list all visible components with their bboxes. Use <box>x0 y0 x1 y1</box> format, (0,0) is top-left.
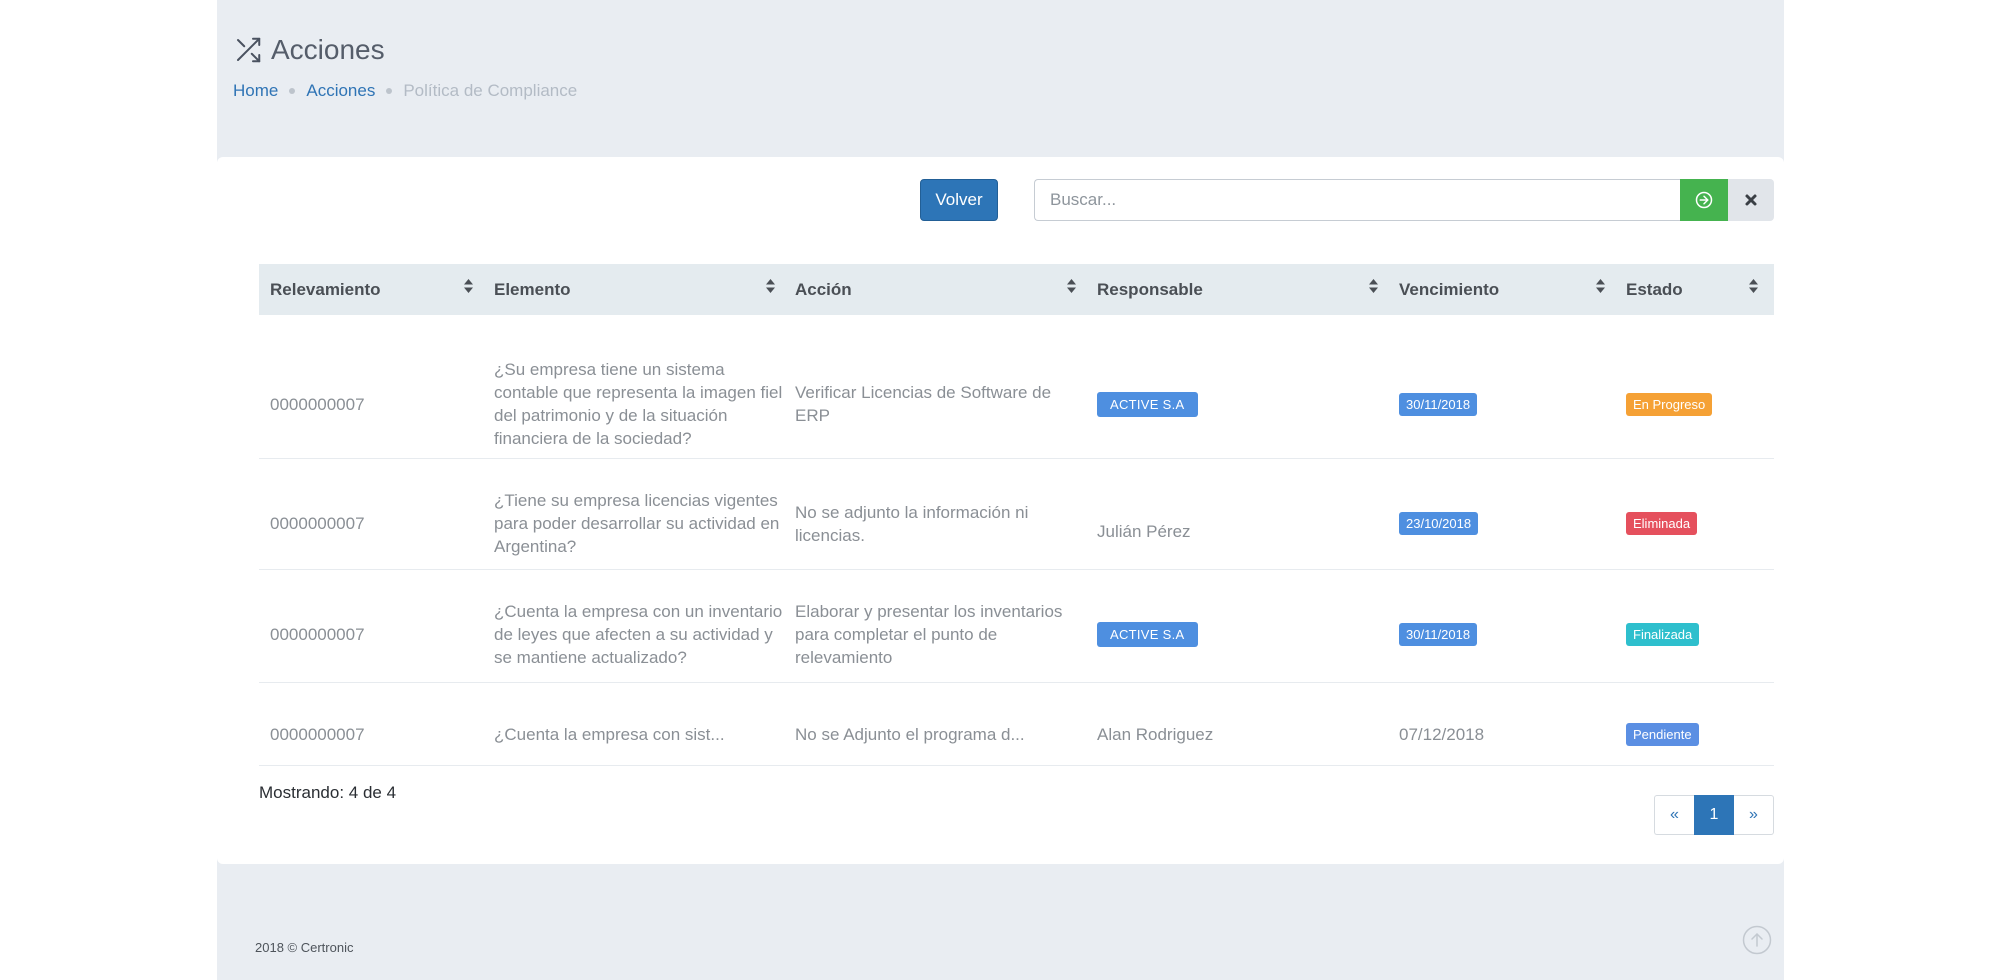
cell-estado: Finalizada <box>1626 587 1766 682</box>
breadcrumb-home[interactable]: Home <box>233 81 278 101</box>
cell-estado: En Progreso <box>1626 350 1766 458</box>
sort-icon[interactable] <box>1595 278 1606 294</box>
search-input[interactable] <box>1034 179 1680 221</box>
cell-elemento: ¿Cuenta la empresa con un inventario de … <box>494 602 783 667</box>
cell-responsable: Alan Rodriguez <box>1097 724 1214 744</box>
sort-icon[interactable] <box>765 278 776 294</box>
pagination: « 1 » <box>1654 795 1774 835</box>
cell-elemento: ¿Cuenta la empresa con sist... <box>494 724 725 744</box>
page-title: Acciones <box>271 34 385 65</box>
sort-icon[interactable] <box>1066 278 1077 294</box>
sort-icon[interactable] <box>463 278 474 294</box>
cell-estado: Eliminada <box>1626 478 1766 569</box>
status-badge: Eliminada <box>1626 512 1698 535</box>
date-badge: 23/10/2018 <box>1399 512 1479 535</box>
breadcrumb: Home Acciones Política de Compliance <box>233 79 577 103</box>
breadcrumb-acciones[interactable]: Acciones <box>306 81 375 101</box>
cell-vencimiento: 30/11/2018 <box>1399 350 1599 458</box>
column-header-elemento[interactable]: Elemento <box>494 264 571 315</box>
table-header: Relevamiento Elemento Acción Responsable… <box>259 264 1774 315</box>
search-submit-button[interactable] <box>1680 179 1728 221</box>
cell-elemento: ¿Su empresa tiene un sistema contable qu… <box>494 360 783 448</box>
cell-relevamiento: 0000000007 <box>270 625 365 644</box>
cell-responsable: Julián Pérez <box>1097 522 1191 541</box>
close-icon <box>1745 194 1757 206</box>
column-header-accion[interactable]: Acción <box>795 264 852 315</box>
column-header-vencimiento[interactable]: Vencimiento <box>1399 264 1499 315</box>
date-badge: 30/11/2018 <box>1399 392 1478 416</box>
column-header-relevamiento[interactable]: Relevamiento <box>270 264 381 315</box>
page-header: Acciones <box>233 32 385 68</box>
cell-accion: Elaborar y presentar los inventarios par… <box>795 602 1063 667</box>
cell-vencimiento: 23/10/2018 <box>1399 478 1599 569</box>
responsable-badge: ACTIVE S.A <box>1097 391 1198 417</box>
pagination-next[interactable]: » <box>1734 795 1774 835</box>
column-header-estado[interactable]: Estado <box>1626 264 1683 315</box>
shuffle-icon <box>237 37 261 63</box>
cell-relevamiento: 0000000007 <box>270 394 365 414</box>
cell-vencimiento: 07/12/2018 <box>1399 724 1485 744</box>
cell-relevamiento: 0000000007 <box>270 724 365 744</box>
date-badge: 30/11/2018 <box>1399 623 1478 646</box>
cell-relevamiento: 0000000007 <box>270 514 365 533</box>
search-clear-button[interactable] <box>1728 179 1774 221</box>
actions-card: Volver Relevamiento Elemento Acción Resp… <box>217 157 1784 864</box>
breadcrumb-current: Política de Compliance <box>403 81 578 100</box>
cell-elemento: ¿Tiene su empresa licencias vigentes par… <box>494 491 780 556</box>
status-badge: En Progreso <box>1626 392 1713 416</box>
responsable-badge: ACTIVE S.A <box>1097 622 1198 647</box>
arrow-up-circle-icon[interactable] <box>1742 925 1772 955</box>
cell-responsable: ACTIVE S.A <box>1097 350 1377 458</box>
arrow-circle-right-icon <box>1695 191 1713 209</box>
cell-responsable: ACTIVE S.A <box>1097 587 1377 682</box>
table-row[interactable]: 0000000007 ¿Tiene su empresa licencias v… <box>259 478 1774 570</box>
sort-icon[interactable] <box>1368 278 1379 294</box>
page-background: Acciones Home Acciones Política de Compl… <box>217 0 1784 980</box>
breadcrumb-separator <box>386 88 393 94</box>
results-count: Mostrando: 4 de 4 <box>259 783 397 802</box>
status-badge: Finalizada <box>1626 623 1700 646</box>
table-row[interactable]: 0000000007 ¿Su empresa tiene un sistema … <box>259 350 1774 459</box>
status-badge: Pendiente <box>1626 722 1699 746</box>
cell-accion: Verificar Licencias de Software de ERP <box>795 383 1052 425</box>
cell-accion: No se adjunto la información ni licencia… <box>795 502 1029 545</box>
pagination-page-current[interactable]: 1 <box>1694 795 1734 835</box>
cell-estado: Pendiente <box>1626 703 1766 765</box>
cell-vencimiento: 30/11/2018 <box>1399 587 1599 682</box>
footer-copyright: 2018 © Certronic <box>255 940 354 955</box>
cell-accion: No se Adjunto el programa d... <box>795 724 1025 744</box>
back-button[interactable]: Volver <box>920 179 998 221</box>
table-row[interactable]: 0000000007 ¿Cuenta la empresa con sist..… <box>259 703 1774 766</box>
sort-icon[interactable] <box>1748 278 1759 294</box>
column-header-responsable[interactable]: Responsable <box>1097 264 1203 315</box>
breadcrumb-separator <box>289 88 296 94</box>
pagination-prev[interactable]: « <box>1654 795 1694 835</box>
table-row[interactable]: 0000000007 ¿Cuenta la empresa con un inv… <box>259 587 1774 683</box>
